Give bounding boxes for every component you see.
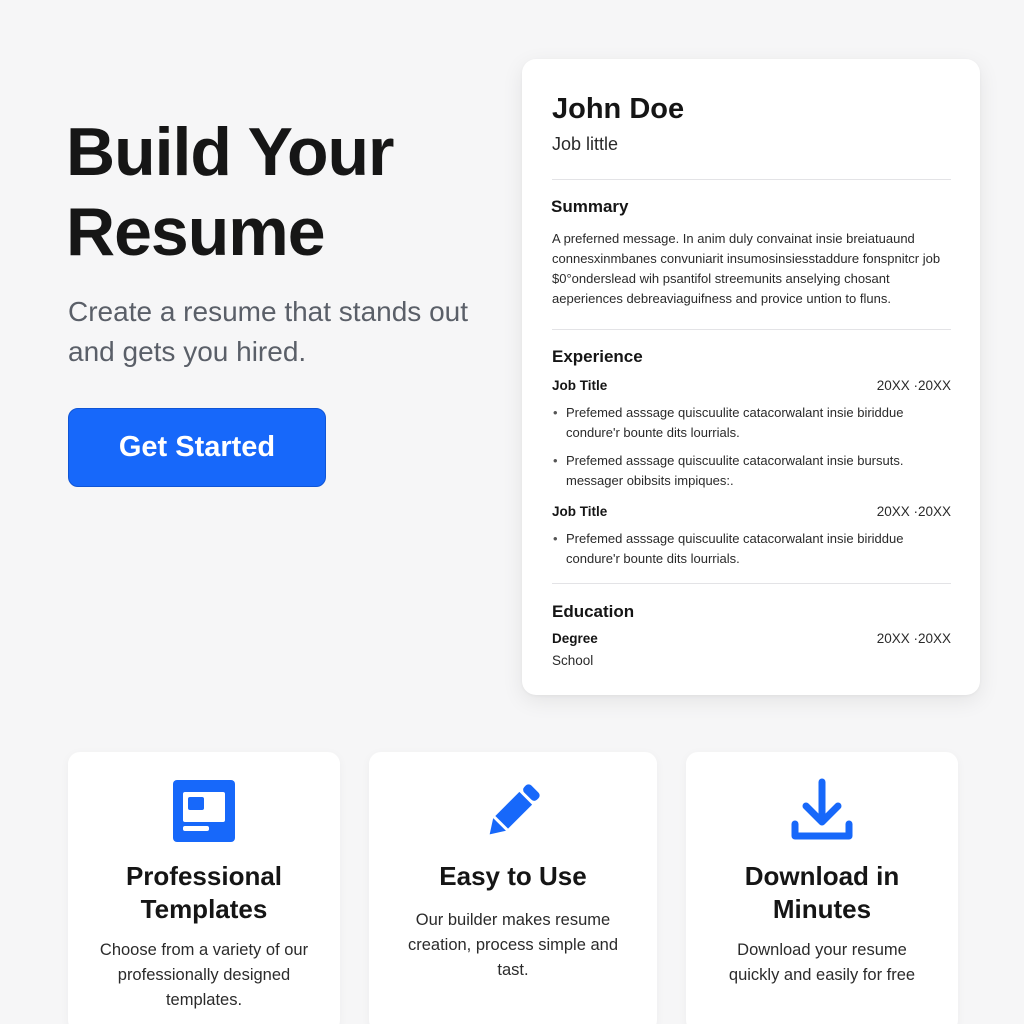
get-started-button[interactable]: Get Started [68, 408, 326, 487]
feature-description: Our builder makes resume creation, proce… [407, 911, 619, 979]
resume-divider [552, 583, 951, 584]
feature-title-line-1: Easy to Use [439, 861, 587, 891]
experience-bullet: • Prefemed asssage quiscuulite catacorwa… [552, 529, 951, 569]
education-dates: 20XX ·20XX [876, 631, 951, 646]
hero-title-line-2: Resume [66, 194, 326, 270]
template-window-icon [173, 780, 235, 842]
experience-bullet: • Prefemed asssage quiscuulite catacorwa… [552, 403, 951, 443]
resume-name: John Doe [552, 93, 685, 125]
landing-page: Build Your Resume Create a resume that s… [0, 0, 1024, 1024]
education-heading: Education [552, 602, 635, 621]
bullet-text: Prefemed asssage quiscuulite catacorwala… [566, 531, 904, 566]
feature-description: Download your resume quickly and easily … [728, 941, 916, 984]
hero-title-line-1: Build Your [66, 114, 394, 190]
feature-title: Professional Templates [68, 860, 340, 926]
feature-card-templates: Professional Templates Choose from a var… [68, 752, 340, 1024]
bullet-text: Prefemed asssage quiscuulite catacorwala… [566, 453, 904, 488]
experience-heading: Experience [552, 347, 643, 366]
experience-dates: 20XX ·20XX [876, 504, 951, 519]
education-degree: Degree [552, 631, 598, 646]
download-icon [791, 778, 853, 840]
hero-subtitle: Create a resume that stands out and gets… [68, 296, 468, 367]
experience-entry-2-header: Job Title 20XX ·20XX [552, 504, 951, 519]
summary-heading: Summary [551, 197, 629, 216]
bullet-text: Prefemed asssage quiscuulite catacorwala… [566, 405, 904, 440]
feature-title-line-1: Download in [744, 861, 900, 891]
pencil-icon [489, 784, 540, 835]
bullet-dot-icon: • [553, 531, 558, 546]
resume-preview-card: John Doe Job little Summary A preferned … [522, 59, 980, 695]
summary-text: A preferned message. In anim duly convai… [552, 231, 941, 306]
hero-title: Build Your Resume [66, 112, 486, 272]
experience-bullet: • Prefemed asssage quiscuulite catacorwa… [552, 451, 951, 491]
feature-card-download: Download in Minutes Download your resume… [686, 752, 958, 1024]
education-entry-header: Degree 20XX ·20XX [552, 631, 951, 646]
feature-title-line-2: Templates [140, 894, 268, 924]
resume-job-title: Job little [552, 134, 619, 154]
experience-entry-1-header: Job Title 20XX ·20XX [552, 378, 951, 393]
feature-description: Choose from a variety of our professiona… [99, 941, 309, 1009]
feature-title: Easy to Use [369, 860, 657, 893]
bullet-dot-icon: • [553, 453, 558, 468]
feature-card-easy: Easy to Use Our builder makes resume cre… [369, 752, 657, 1024]
feature-title-line-2: Minutes [772, 894, 872, 924]
resume-divider [552, 179, 951, 180]
bullet-dot-icon: • [553, 405, 558, 420]
experience-job-title: Job Title [552, 504, 608, 519]
feature-title-line-1: Professional [125, 861, 283, 891]
feature-title: Download in Minutes [686, 860, 958, 926]
experience-dates: 20XX ·20XX [876, 378, 951, 393]
experience-job-title: Job Title [552, 378, 608, 393]
resume-divider [552, 329, 951, 330]
education-school: School [552, 653, 594, 668]
